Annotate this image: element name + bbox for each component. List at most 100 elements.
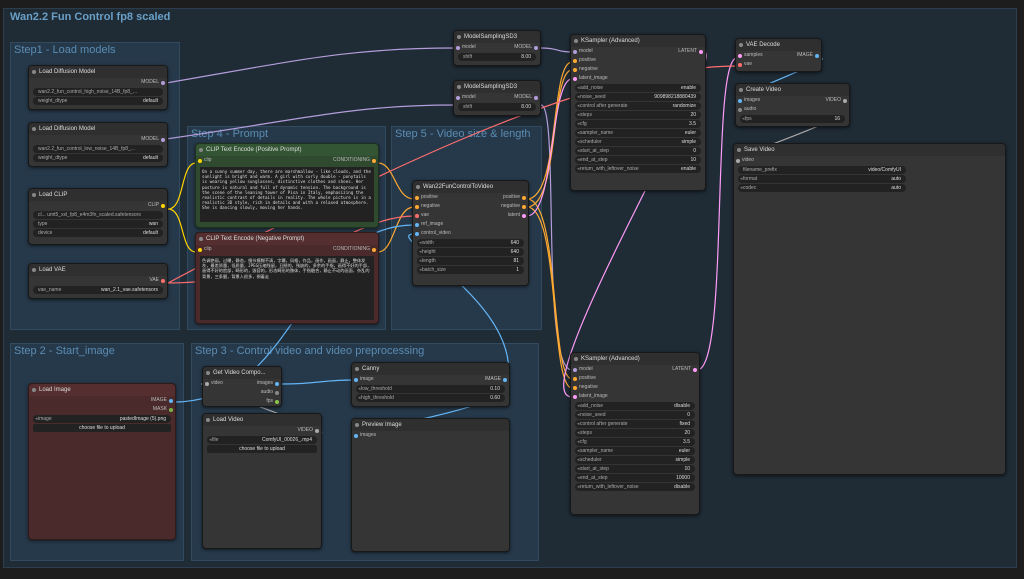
clip-name-widget[interactable]: cl... umt5_xxl_fp8_e4m3fn_scaled.safeten… bbox=[33, 211, 163, 219]
positive-prompt-node[interactable]: CLIP Text Encode (Positive Prompt) clip C… bbox=[195, 143, 379, 228]
input-socket[interactable] bbox=[736, 158, 740, 163]
output-socket[interactable] bbox=[522, 195, 526, 200]
filename-prefix-widget[interactable]: filename_prefix video/ComfyUI bbox=[738, 166, 907, 174]
output-socket[interactable] bbox=[503, 377, 507, 382]
output-socket[interactable] bbox=[161, 80, 165, 85]
input-socket[interactable] bbox=[415, 213, 419, 218]
input-socket[interactable] bbox=[198, 247, 202, 252]
model-sampling-node-2[interactable]: ModelSamplingSD3 model MODEL shift 8.00 bbox=[453, 80, 541, 116]
input-socket[interactable] bbox=[354, 377, 358, 382]
output-socket[interactable] bbox=[372, 247, 376, 252]
widget-noise-seed[interactable]: ◂ noise_seed 909898218880439 bbox=[575, 93, 701, 101]
output-socket[interactable] bbox=[522, 213, 526, 218]
load-diffusion-model-node-2[interactable]: Load Diffusion Model MODEL wan2.2_fun_co… bbox=[28, 122, 168, 167]
output-socket[interactable] bbox=[275, 399, 279, 404]
input-socket[interactable] bbox=[573, 394, 577, 399]
input-socket[interactable] bbox=[415, 222, 419, 227]
widget-add-noise[interactable]: ◂ add_noise enable bbox=[575, 84, 701, 92]
ksampler-node-2[interactable]: KSampler (Advanced) model LATENT positive… bbox=[570, 352, 700, 515]
wan-fun-control-node[interactable]: Wan22FunControlToVideo positive positive … bbox=[412, 180, 529, 286]
output-socket[interactable] bbox=[161, 278, 165, 283]
device-widget[interactable]: device default bbox=[33, 229, 163, 237]
output-socket[interactable] bbox=[169, 407, 173, 412]
low-threshold-widget[interactable]: ◂ low_threshold 0.10 bbox=[356, 385, 505, 393]
output-socket[interactable] bbox=[372, 158, 376, 163]
output-socket[interactable] bbox=[534, 45, 538, 50]
load-vae-node[interactable]: Load VAE VAE vae_name wan_2.1_vae.safeten… bbox=[28, 263, 168, 299]
weight-dtype-widget[interactable]: weight_dtype default bbox=[33, 154, 163, 162]
fps-widget[interactable]: ◂ fps 16 bbox=[740, 115, 845, 123]
load-diffusion-model-node-1[interactable]: Load Diffusion Model MODEL wan2.2_fun_co… bbox=[28, 65, 168, 110]
widget-scheduler[interactable]: ◂ scheduler simple bbox=[575, 456, 695, 464]
widget-end-at-step[interactable]: ◂ end_at_step 10 bbox=[575, 156, 701, 164]
load-image-node[interactable]: Load Image IMAGE MASK ◂ image pastedImage … bbox=[28, 383, 176, 540]
widget-sampler-name[interactable]: ◂ sampler_name euler bbox=[575, 129, 701, 137]
widget-steps[interactable]: ◂ steps 20 bbox=[575, 111, 701, 119]
get-video-components-node[interactable]: Get Video Compo... video images audio fps bbox=[202, 366, 282, 407]
input-socket[interactable] bbox=[415, 204, 419, 209]
output-socket[interactable] bbox=[843, 98, 847, 103]
ksampler-node-1[interactable]: KSampler (Advanced) model LATENT positive… bbox=[570, 34, 706, 191]
output-socket[interactable] bbox=[693, 367, 697, 372]
output-socket[interactable] bbox=[534, 95, 538, 100]
input-socket[interactable] bbox=[456, 45, 460, 50]
input-socket[interactable] bbox=[573, 76, 577, 81]
input-socket[interactable] bbox=[573, 385, 577, 390]
widget-cfg[interactable]: ◂ cfg 3.5 bbox=[575, 438, 695, 446]
batch-size-widget[interactable]: ◂ batch_size 1 bbox=[417, 266, 524, 274]
input-socket[interactable] bbox=[738, 62, 742, 67]
input-socket[interactable] bbox=[415, 231, 419, 236]
choose-file-button[interactable]: choose file to upload bbox=[207, 445, 317, 453]
widget-start-at-step[interactable]: ◂ start_at_step 0 bbox=[575, 147, 701, 155]
widget-scheduler[interactable]: ◂ scheduler simple bbox=[575, 138, 701, 146]
create-video-node[interactable]: Create Video images VIDEO audio ◂ fps 16 bbox=[735, 83, 850, 127]
image-widget[interactable]: ◂ image pastedImage (5).png bbox=[33, 415, 171, 423]
input-socket[interactable] bbox=[573, 367, 577, 372]
preview-image-node[interactable]: Preview Image images bbox=[351, 418, 510, 552]
format-widget[interactable]: ◂ format auto bbox=[738, 175, 907, 183]
widget-noise-seed[interactable]: ◂ noise_seed 0 bbox=[575, 411, 695, 419]
input-socket[interactable] bbox=[738, 107, 742, 112]
canny-node[interactable]: Canny image IMAGE ◂ low_threshold 0.10 ◂ hig… bbox=[351, 362, 510, 407]
negative-prompt-node[interactable]: CLIP Text Encode (Negative Prompt) clip C… bbox=[195, 232, 379, 324]
high-threshold-widget[interactable]: ◂ high_threshold 0.60 bbox=[356, 394, 505, 402]
vae-decode-node[interactable]: VAE Decode samples IMAGE vae bbox=[735, 38, 822, 72]
save-video-node[interactable]: Save Video video filename_prefix video/Co… bbox=[733, 143, 1006, 475]
output-socket[interactable] bbox=[815, 53, 819, 58]
shift-widget[interactable]: shift 8.00 bbox=[458, 103, 536, 111]
widget-sampler-name[interactable]: ◂ sampler_name euler bbox=[575, 447, 695, 455]
input-socket[interactable] bbox=[354, 433, 358, 438]
widget-start-at-step[interactable]: ◂ start_at_step 10 bbox=[575, 465, 695, 473]
input-socket[interactable] bbox=[198, 158, 202, 163]
model-sampling-node-1[interactable]: ModelSamplingSD3 model MODEL shift 8.00 bbox=[453, 30, 541, 66]
widget-return-with-leftover-noise[interactable]: ◂ return_with_leftover_noise enable bbox=[575, 165, 701, 173]
node-graph-canvas[interactable]: Wan2.2 Fun Control fp8 scaled Step1 - Lo… bbox=[0, 0, 1024, 579]
widget-return-with-leftover-noise[interactable]: ◂ return_with_leftover_noise disable bbox=[575, 483, 695, 491]
output-socket[interactable] bbox=[699, 49, 703, 54]
width-widget[interactable]: ◂ width 640 bbox=[417, 239, 524, 247]
output-socket[interactable] bbox=[315, 428, 319, 433]
widget-control-after-generate[interactable]: ◂ control after generate fixed bbox=[575, 420, 695, 428]
input-socket[interactable] bbox=[573, 376, 577, 381]
unet-name-widget[interactable]: wan2.2_fun_control_high_noise_14B_fp8_..… bbox=[33, 88, 163, 96]
unet-name-widget[interactable]: wan2.2_fun_control_low_noise_14B_fp8_... bbox=[33, 145, 163, 153]
input-socket[interactable] bbox=[205, 381, 209, 386]
output-socket[interactable] bbox=[161, 137, 165, 142]
input-socket[interactable] bbox=[573, 67, 577, 72]
choose-file-button[interactable]: choose file to upload bbox=[33, 424, 171, 432]
output-socket[interactable] bbox=[169, 398, 173, 403]
file-widget[interactable]: ◂ file ComfyUI_00026_.mp4 bbox=[207, 436, 317, 444]
vae-name-widget[interactable]: vae_name wan_2.1_vae.safetensors bbox=[33, 286, 163, 294]
input-socket[interactable] bbox=[738, 98, 742, 103]
widget-control-after-generate[interactable]: ◂ control after generate randomize bbox=[575, 102, 701, 110]
length-widget[interactable]: ◂ length 81 bbox=[417, 257, 524, 265]
input-socket[interactable] bbox=[738, 53, 742, 58]
type-widget[interactable]: type wan bbox=[33, 220, 163, 228]
output-socket[interactable] bbox=[275, 381, 279, 386]
load-clip-node[interactable]: Load CLIP CLIP cl... umt5_xxl_fp8_e4m3fn… bbox=[28, 188, 168, 245]
height-widget[interactable]: ◂ height 640 bbox=[417, 248, 524, 256]
widget-steps[interactable]: ◂ steps 20 bbox=[575, 429, 695, 437]
input-socket[interactable] bbox=[415, 195, 419, 200]
widget-cfg[interactable]: ◂ cfg 3.5 bbox=[575, 120, 701, 128]
output-socket[interactable] bbox=[161, 203, 165, 208]
